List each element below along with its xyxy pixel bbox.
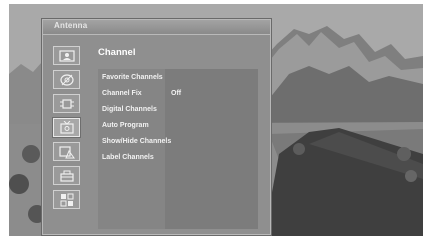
- menu-header-title: Antenna: [54, 21, 88, 30]
- section-title: Channel: [98, 47, 136, 58]
- menu-item-favorite-channels[interactable]: Favorite Channels: [102, 74, 163, 81]
- channel-fix-value[interactable]: Off: [171, 90, 181, 97]
- tv-screen: Antenna Channel Favorite Channels Channe…: [9, 4, 423, 236]
- menu-header: Antenna: [43, 20, 270, 35]
- menu-item-channel-fix[interactable]: Channel Fix: [102, 90, 142, 97]
- menu-item-auto-program[interactable]: Auto Program: [102, 122, 149, 129]
- channel-options-panel: Favorite Channels Channel Fix Off Digita…: [98, 69, 258, 229]
- channel-icon[interactable]: [53, 118, 80, 137]
- lock-icon[interactable]: [53, 142, 80, 161]
- menu-item-label-channels[interactable]: Label Channels: [102, 154, 154, 161]
- menu-item-show-hide-channels[interactable]: Show/Hide Channels: [102, 138, 171, 145]
- network-icon[interactable]: [53, 94, 80, 113]
- layout-icon[interactable]: [53, 190, 80, 209]
- setup-icon[interactable]: [53, 166, 80, 185]
- settings-menu: Antenna Channel Favorite Channels Channe…: [42, 19, 271, 235]
- audio-icon[interactable]: [53, 70, 80, 89]
- menu-item-digital-channels[interactable]: Digital Channels: [102, 106, 157, 113]
- picture-icon[interactable]: [53, 46, 80, 65]
